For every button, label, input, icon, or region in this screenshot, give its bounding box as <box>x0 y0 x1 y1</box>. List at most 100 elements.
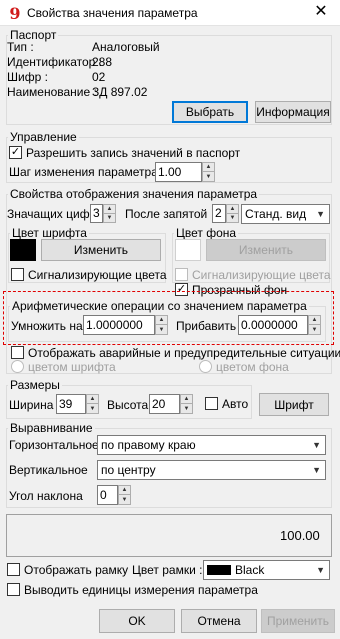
radio-font-color-label: цветом шрифта <box>28 360 116 374</box>
angle-input[interactable]: 0 <box>97 485 118 505</box>
font-color-swatch <box>10 239 36 261</box>
step-spinner[interactable]: ▲ ▼ <box>202 162 215 182</box>
bg-color-group-label: Цвет фона <box>174 226 239 240</box>
frame-color-label: Цвет рамки : <box>132 563 203 577</box>
multiply-label: Умножить на <box>11 319 83 333</box>
show-frame-label: Отображать рамку <box>24 563 129 577</box>
view-select[interactable]: Станд. вид ▼ <box>241 204 330 224</box>
font-signal-colors-label: Сигнализирующие цвета <box>28 268 167 282</box>
auto-size-checkbox[interactable] <box>205 397 218 410</box>
frame-color-value: Black <box>235 563 265 577</box>
after-comma-spinner[interactable]: ▲ ▼ <box>226 204 239 223</box>
frame-color-swatch <box>207 565 231 575</box>
horizontal-align-value: по правому краю <box>101 438 196 452</box>
spin-down-icon[interactable]: ▼ <box>156 325 167 334</box>
passport-id-value: 288 <box>92 55 113 69</box>
window-title: Свойства значения параметра <box>27 6 198 20</box>
height-label: Высота <box>107 398 149 412</box>
select-button[interactable]: Выбрать <box>172 101 248 123</box>
chevron-down-icon: ▼ <box>312 440 321 450</box>
show-frame-checkbox[interactable] <box>7 563 20 576</box>
multiply-spinner[interactable]: ▲ ▼ <box>155 315 168 335</box>
units-checkbox[interactable] <box>7 583 20 596</box>
spin-down-icon[interactable]: ▼ <box>309 325 320 334</box>
ok-button[interactable]: OK <box>99 609 175 633</box>
alarm-label: Отображать аварийные и предупредительные… <box>28 346 340 360</box>
sizes-group-label: Размеры <box>8 378 62 392</box>
radio-font-color[interactable] <box>11 360 24 373</box>
app-logo-icon: 9 <box>7 4 23 22</box>
allow-write-label: Разрешить запись значений в паспорт <box>26 146 241 160</box>
chevron-down-icon: ▼ <box>312 465 321 475</box>
spin-up-icon[interactable]: ▲ <box>87 395 98 404</box>
font-button[interactable]: Шрифт <box>259 393 329 416</box>
width-spinner[interactable]: ▲ ▼ <box>86 394 99 414</box>
passport-name-value: ЗД 897.02 <box>92 85 148 99</box>
alarm-checkbox[interactable] <box>11 346 24 359</box>
vertical-align-label: Вертикальное <box>9 463 88 477</box>
display-group-label: Свойства отображения значения параметра <box>8 187 260 201</box>
cancel-button[interactable]: Отмена <box>181 609 257 633</box>
info-button[interactable]: Информация <box>255 101 331 123</box>
vertical-align-select[interactable]: по центру ▼ <box>97 460 326 480</box>
after-comma-input[interactable]: 2 <box>212 204 226 223</box>
spin-up-icon[interactable]: ▲ <box>104 205 115 214</box>
align-group-label: Выравнивание <box>8 421 95 435</box>
units-label: Выводить единицы измерения параметра <box>24 583 258 597</box>
spin-down-icon[interactable]: ▼ <box>227 214 238 223</box>
view-select-value: Станд. вид <box>245 207 307 221</box>
width-label: Ширина <box>9 398 54 412</box>
passport-name-label: Наименование : <box>7 85 97 99</box>
bg-color-change-button[interactable]: Изменить <box>206 239 326 261</box>
svg-text:9: 9 <box>9 4 20 22</box>
digits-spinner[interactable]: ▲ ▼ <box>103 204 116 223</box>
chevron-down-icon: ▼ <box>316 209 325 219</box>
apply-button[interactable]: Применить <box>261 609 335 633</box>
add-label: Прибавить <box>176 319 237 333</box>
radio-bg-color-label: цветом фона <box>216 360 289 374</box>
spin-up-icon[interactable]: ▲ <box>309 316 320 325</box>
close-icon[interactable]: ✕ <box>306 1 336 23</box>
arith-group-label: Арифметические операции со значением пар… <box>10 299 309 313</box>
passport-code-value: 02 <box>92 70 106 84</box>
frame-color-select[interactable]: Black ▼ <box>203 560 330 580</box>
spin-up-icon[interactable]: ▲ <box>227 205 238 214</box>
add-spinner[interactable]: ▲ ▼ <box>308 315 321 335</box>
angle-spinner[interactable]: ▲ ▼ <box>118 485 131 505</box>
add-input[interactable]: 0.0000000 <box>238 315 308 335</box>
spin-down-icon[interactable]: ▼ <box>181 404 192 413</box>
horizontal-align-label: Горизонтальное <box>9 438 99 452</box>
horizontal-align-select[interactable]: по правому краю ▼ <box>97 435 326 455</box>
chevron-down-icon: ▼ <box>316 565 325 575</box>
height-input[interactable]: 20 <box>149 394 180 414</box>
spin-up-icon[interactable]: ▲ <box>156 316 167 325</box>
after-comma-label: После запятой <box>125 207 208 221</box>
bg-signal-colors-label: Сигнализирующие цвета <box>192 268 331 282</box>
font-color-group-label: Цвет шрифта <box>10 226 89 240</box>
passport-code-label: Шифр : <box>7 70 48 84</box>
vertical-align-value: по центру <box>101 463 156 477</box>
font-signal-colors-checkbox[interactable] <box>11 268 24 281</box>
bg-signal-colors-checkbox[interactable] <box>175 268 188 281</box>
height-spinner[interactable]: ▲ ▼ <box>180 394 193 414</box>
digits-label: Значащих цифр <box>7 207 97 221</box>
spin-up-icon[interactable]: ▲ <box>119 486 130 495</box>
radio-bg-color[interactable] <box>199 360 212 373</box>
digits-input[interactable]: 3 <box>90 204 103 223</box>
step-label: Шаг изменения параметра <box>9 165 158 179</box>
step-input[interactable]: 1.00 <box>155 162 202 182</box>
spin-down-icon[interactable]: ▼ <box>119 495 130 504</box>
spin-down-icon[interactable]: ▼ <box>104 214 115 223</box>
passport-type-label: Тип : <box>7 40 34 54</box>
value-preview-text: 100.00 <box>280 528 320 543</box>
spin-down-icon[interactable]: ▼ <box>87 404 98 413</box>
width-input[interactable]: 39 <box>56 394 86 414</box>
spin-up-icon[interactable]: ▲ <box>181 395 192 404</box>
bg-color-swatch <box>175 239 201 261</box>
multiply-input[interactable]: 1.0000000 <box>83 315 155 335</box>
passport-id-label: Идентификатор : <box>7 55 103 69</box>
allow-write-checkbox[interactable]: ✓ <box>9 146 22 159</box>
spin-up-icon[interactable]: ▲ <box>203 163 214 172</box>
font-color-change-button[interactable]: Изменить <box>41 239 161 261</box>
spin-down-icon[interactable]: ▼ <box>203 172 214 181</box>
